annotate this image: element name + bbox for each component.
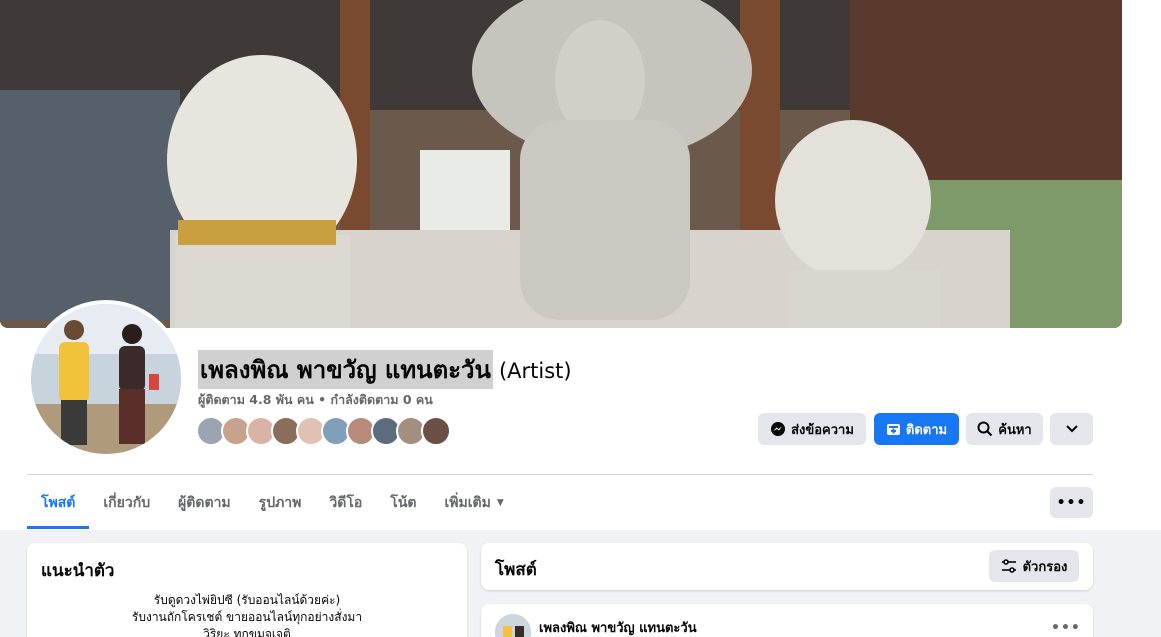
follower-stats[interactable]: ผู้ติดตาม 4.8 พัน คน • กำลังติดตาม 0 คน <box>198 390 433 410</box>
filter-label: ตัวกรอง <box>1022 559 1068 575</box>
post-author-avatar[interactable] <box>495 614 531 637</box>
page-category: (Artist) <box>498 359 572 383</box>
filter-icon <box>1001 559 1017 573</box>
search-button[interactable]: ค้นหา <box>966 413 1043 445</box>
intro-title: แนะนำตัว <box>41 561 115 581</box>
filter-button[interactable]: ตัวกรอง <box>989 550 1079 582</box>
page-name: เพลงพิณ พาขวัญ แทนตะวัน <box>198 350 493 389</box>
follower-avatars[interactable] <box>196 416 451 446</box>
post-author-name[interactable]: เพลงพิณ พาขวัญ แทนตะวัน <box>539 617 697 637</box>
tab-followers[interactable]: ผู้ติดตาม <box>164 476 245 529</box>
follow-button[interactable]: ติดตาม <box>874 413 959 445</box>
tab-notes[interactable]: โน้ต <box>376 476 430 529</box>
post-card: เพลงพิณ พาขวัญ แทนตะวัน ••• <box>481 604 1093 637</box>
tab-photos[interactable]: รูปภาพ <box>245 476 316 529</box>
messenger-icon <box>770 421 786 437</box>
search-label: ค้นหา <box>998 422 1032 438</box>
follow-label: ติดตาม <box>905 422 948 438</box>
ellipsis-icon: ••• <box>1056 494 1087 511</box>
caret-down-icon: ▼ <box>496 497 504 508</box>
posts-title: โพสต์ <box>495 560 537 580</box>
search-icon <box>977 421 993 437</box>
bio-line: รับดูดวงไพ่ยิปซี (รับออนไลน์ด้วยค่ะ) <box>153 593 341 607</box>
message-label: ส่งข้อความ <box>791 422 854 438</box>
chevron-down-icon <box>1065 422 1078 437</box>
tab-videos[interactable]: วิดีโอ <box>315 476 376 529</box>
follower-avatar[interactable] <box>421 416 451 446</box>
bio-line: วิริยะ ทุกขมจเจติ <box>203 627 291 637</box>
tab-about[interactable]: เกี่ยวกับ <box>89 476 164 529</box>
intro-bio: รับดูดวงไพ่ยิปซี (รับออนไลน์ด้วยค่ะ) รับ… <box>27 592 467 637</box>
tab-more[interactable]: เพิ่มเติม ▼ <box>430 476 517 529</box>
bio-line: รับงานถักโครเชต์ ขายออนไลน์ทุกอย่างสั่งม… <box>131 610 363 624</box>
dropdown-button[interactable] <box>1050 413 1093 445</box>
header-divider <box>27 474 1093 475</box>
profile-tabs: โพสต์ เกี่ยวกับ ผู้ติดตาม รูปภาพ วิดีโอ … <box>27 476 518 529</box>
intro-card: แนะนำตัว รับดูดวงไพ่ยิปซี (รับออนไลน์ด้ว… <box>27 543 467 637</box>
tab-more-label: เพิ่มเติม <box>444 494 491 511</box>
post-options-icon[interactable]: ••• <box>1051 620 1081 636</box>
tab-posts[interactable]: โพสต์ <box>27 476 90 529</box>
cover-photo[interactable] <box>0 0 1122 328</box>
profile-picture[interactable] <box>27 300 185 458</box>
message-button[interactable]: ส่งข้อความ <box>758 413 866 445</box>
more-options-button[interactable]: ••• <box>1050 487 1093 518</box>
page-title-row: เพลงพิณ พาขวัญ แทนตะวัน (Artist) <box>198 350 572 389</box>
follow-icon <box>886 422 901 437</box>
posts-header-card: โพสต์ ตัวกรอง <box>481 543 1093 590</box>
